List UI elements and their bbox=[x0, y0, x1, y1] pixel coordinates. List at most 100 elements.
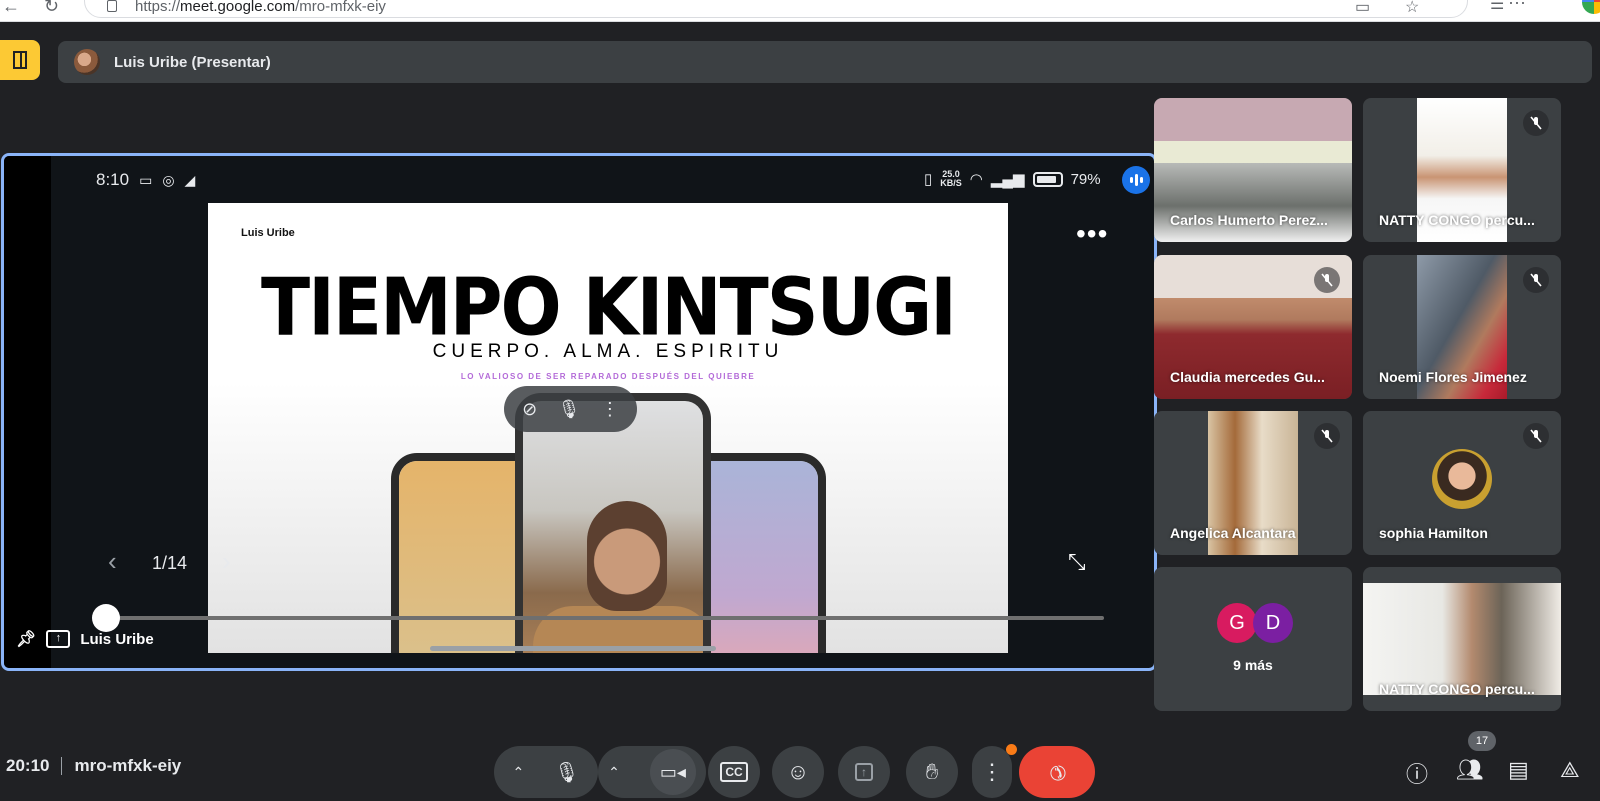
phone-status-right: ▯ 25.0 KB/S ◠ ▂▄▆ 79% bbox=[924, 169, 1101, 189]
participant-name: NATTY CONGO percu... bbox=[1379, 212, 1535, 228]
address-bar[interactable]: https://meet.google.com/mro-mfxk-eiy ▭ ☆ bbox=[84, 0, 1468, 18]
participant-tile[interactable]: NATTY CONGO percu... bbox=[1363, 98, 1561, 242]
slide-title: TIEMPO KINTSUGI bbox=[261, 260, 957, 354]
video-progress-track[interactable] bbox=[104, 616, 1104, 620]
slide-author: Luis Uribe bbox=[241, 227, 295, 239]
participant-name: Noemi Flores Jimenez bbox=[1379, 369, 1527, 385]
pin-icon[interactable]: 📌︎ bbox=[16, 629, 36, 649]
participant-name: sophia Hamilton bbox=[1379, 525, 1488, 541]
pin-off-icon[interactable]: ⊘ bbox=[522, 399, 537, 420]
meeting-details: 20:10 mro-mfxk-eiy bbox=[6, 756, 181, 776]
more-options-button[interactable]: ⋮ bbox=[972, 746, 1012, 798]
network-speed: 25.0 KB/S bbox=[940, 169, 962, 188]
chat-icon[interactable]: ▤ bbox=[1508, 757, 1529, 783]
participant-name: Carlos Humerto Perez... bbox=[1170, 212, 1328, 228]
camera-icon[interactable]: ▭◂ bbox=[649, 749, 696, 795]
signal-bars-icon: ▂▄▆ bbox=[990, 171, 1025, 188]
notification-dot bbox=[1006, 744, 1017, 755]
wifi-icon: ◠ bbox=[969, 171, 983, 188]
mic-icon[interactable]: 🎙︎ bbox=[558, 399, 581, 420]
present-screen-icon: ↑ bbox=[855, 763, 873, 781]
microphone-icon[interactable]: 🎙︎ bbox=[554, 760, 579, 785]
raise-hand-button[interactable]: ✋︎ bbox=[906, 746, 958, 798]
captions-icon: CC bbox=[720, 762, 748, 782]
mic-off-icon bbox=[1314, 423, 1340, 449]
participant-avatar bbox=[1432, 449, 1492, 509]
slide-page-indicator: 1/14 bbox=[152, 553, 188, 573]
presenter-banner: Luis Uribe (Presentar) bbox=[58, 41, 1592, 83]
presentation-tile[interactable]: 8:10 ▭ ◎ ◢ ▯ 25.0 KB/S ◠ ▂▄▆ 79% Luis Uri… bbox=[1, 153, 1157, 671]
presenter-avatar bbox=[74, 49, 100, 75]
whatsapp-icon: ◎ bbox=[162, 171, 175, 188]
participant-avatar: D bbox=[1253, 603, 1293, 643]
participant-tile[interactable]: Claudia mercedes Gu... bbox=[1154, 255, 1352, 399]
mic-off-icon bbox=[1314, 267, 1340, 293]
participant-name: Angelica Alcantara bbox=[1170, 525, 1296, 541]
next-slide-button[interactable]: › bbox=[222, 546, 231, 577]
more-vert-icon[interactable]: ⋮ bbox=[601, 399, 619, 420]
slide-subtitle: CUERPO. ALMA. ESPIRITU bbox=[432, 341, 784, 362]
leave-call-button[interactable]: ✆ bbox=[1019, 746, 1095, 798]
activities-icon[interactable]: ⟁ bbox=[1560, 757, 1580, 783]
phone-status-bar: 8:10 ▭ ◎ ◢ bbox=[96, 170, 195, 190]
presentation-tile-label: 📌︎ ↑ Luis Uribe bbox=[16, 629, 154, 649]
more-participants-label: 9 más bbox=[1233, 657, 1273, 673]
more-participants-tile[interactable]: G D 9 más bbox=[1154, 567, 1352, 711]
mic-off-icon bbox=[1523, 110, 1549, 136]
more-participants-avatars: G D bbox=[1217, 603, 1293, 643]
audio-options-chevron-icon[interactable]: ⌃ bbox=[512, 764, 524, 781]
phone-image-center bbox=[515, 393, 711, 653]
people-icon[interactable]: 👥︎ bbox=[1456, 757, 1484, 783]
participant-tile[interactable]: Carlos Humerto Perez... bbox=[1154, 98, 1352, 242]
vibrate-icon: ▯ bbox=[924, 171, 933, 188]
captions-button[interactable]: CC bbox=[708, 746, 760, 798]
meeting-info-icon[interactable]: ⓘ bbox=[1406, 757, 1428, 789]
reactions-button[interactable]: ☺ bbox=[772, 746, 824, 798]
participant-count-badge: 17 bbox=[1468, 731, 1496, 751]
video-progress-handle[interactable] bbox=[92, 604, 120, 632]
emoji-icon: ☺ bbox=[786, 759, 810, 784]
participant-tile[interactable]: Angelica Alcantara bbox=[1154, 411, 1352, 555]
favorite-star-icon[interactable]: ☆ bbox=[1405, 0, 1419, 17]
participant-tile[interactable]: NATTY CONGO percu... bbox=[1363, 567, 1561, 711]
self-view-face bbox=[587, 501, 667, 611]
video-control-group: ⌃ ▭◂ bbox=[598, 746, 706, 798]
back-icon[interactable]: ← bbox=[2, 0, 20, 17]
hand-icon: ✋︎ bbox=[925, 759, 939, 784]
more-vert-icon: ⋮ bbox=[981, 759, 1003, 784]
browser-menu-icon[interactable]: ··· bbox=[1508, 0, 1526, 13]
open-in-app-icon[interactable]: ▭ bbox=[1355, 0, 1370, 17]
letterbox bbox=[4, 156, 51, 668]
companion-mode-button[interactable] bbox=[0, 40, 40, 80]
mic-off-icon bbox=[1523, 267, 1549, 293]
phone-home-bar bbox=[430, 646, 716, 651]
door-icon bbox=[13, 51, 27, 69]
previous-slide-button[interactable]: ‹ bbox=[108, 546, 117, 577]
presenter-tile-name: Luis Uribe bbox=[80, 630, 154, 648]
browser-toolbar: ← ↻ https://meet.google.com/mro-mfxk-eiy… bbox=[0, 0, 1600, 22]
signal-status-icon: ◢ bbox=[184, 171, 196, 188]
url-text[interactable]: https://meet.google.com/mro-mfxk-eiy bbox=[135, 0, 386, 15]
more-options-icon[interactable]: ••• bbox=[1076, 218, 1108, 250]
participant-video bbox=[1363, 583, 1561, 695]
video-options-chevron-icon[interactable]: ⌃ bbox=[608, 764, 620, 781]
participant-name: Claudia mercedes Gu... bbox=[1170, 369, 1325, 385]
battery-percent: 79% bbox=[1070, 170, 1101, 188]
speaking-indicator-icon bbox=[1122, 166, 1150, 194]
self-view-controls: ⊘ 🎙︎ ⋮ bbox=[504, 386, 637, 432]
participant-tile[interactable]: Noemi Flores Jimenez bbox=[1363, 255, 1561, 399]
phone-time: 8:10 bbox=[96, 170, 130, 189]
exit-fullscreen-icon[interactable]: ⤡ bbox=[1068, 549, 1086, 575]
camera-status-icon: ▭ bbox=[139, 171, 153, 188]
participant-name: NATTY CONGO percu... bbox=[1379, 681, 1535, 697]
present-button[interactable]: ↑ bbox=[838, 746, 890, 798]
favorites-list-icon[interactable]: ☰ bbox=[1490, 0, 1504, 14]
participant-avatar: G bbox=[1217, 603, 1257, 643]
slide-tagline: LO VALIOSO DE SER REPARADO DESPUÉS DEL Q… bbox=[460, 372, 756, 381]
reload-icon[interactable]: ↻ bbox=[44, 0, 59, 17]
presenter-label: Luis Uribe (Presentar) bbox=[114, 53, 271, 71]
copilot-icon[interactable] bbox=[1582, 0, 1600, 14]
page-info-icon[interactable] bbox=[107, 0, 117, 12]
participant-tile[interactable]: sophia Hamilton bbox=[1363, 411, 1561, 555]
divider bbox=[61, 757, 63, 775]
